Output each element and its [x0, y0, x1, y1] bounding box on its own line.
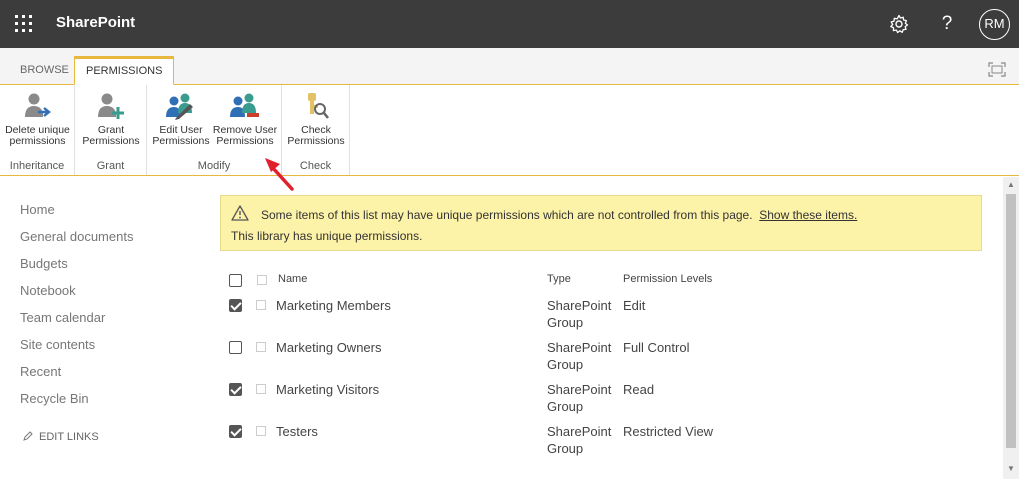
suite-bar: SharePoint ? RM [0, 0, 1019, 48]
app-title[interactable]: SharePoint [56, 14, 135, 31]
row-name[interactable]: Marketing Owners [276, 339, 381, 356]
warning-icon [231, 205, 249, 221]
gear-icon[interactable] [885, 10, 913, 38]
notice-line-2: This library has unique permissions. [231, 229, 423, 243]
row-permission-level: Edit [623, 298, 646, 313]
delete-unique-label-2: permissions [9, 135, 66, 147]
left-navigation: Home General documents Budgets Notebook … [20, 202, 133, 418]
row-type-line-2: Group [547, 357, 584, 372]
notice-message: Some items of this list may have unique … [261, 208, 753, 222]
group-label-inheritance: Inheritance [9, 160, 65, 172]
tab-permissions[interactable]: PERMISSIONS [74, 56, 175, 85]
scroll-down-arrow-icon[interactable]: ▼ [1007, 464, 1015, 473]
row-type-line-2: Group [547, 399, 584, 414]
edit-links-button[interactable]: EDIT LINKS [23, 431, 99, 443]
column-header-type[interactable]: Type [547, 273, 571, 285]
row-item-checkbox[interactable] [256, 342, 266, 352]
row-name[interactable]: Marketing Members [276, 297, 391, 314]
row-type-line-1: SharePoint [547, 298, 612, 313]
row-checkbox[interactable] [229, 299, 242, 312]
row-type-line-2: Group [547, 315, 584, 330]
check-label-2: Permissions [287, 135, 345, 147]
ribbon-tab-row: BROWSE PERMISSIONS [0, 48, 1019, 85]
check-permissions-button[interactable]: Check Permissions [286, 91, 346, 147]
remove-user-icon [230, 93, 259, 117]
remove-user-label-2: Permissions [216, 135, 274, 147]
column-header-name[interactable]: Name [278, 273, 307, 285]
column-header-permission-levels[interactable]: Permission Levels [623, 273, 712, 285]
check-permissions-icon [308, 93, 330, 119]
nav-item-recent[interactable]: Recent [20, 364, 133, 391]
nav-item-home[interactable]: Home [20, 202, 133, 229]
show-these-items-link[interactable]: Show these items. [759, 208, 857, 222]
grant-permissions-button[interactable]: Grant Permissions [79, 91, 143, 147]
app-launcher-icon[interactable] [14, 14, 34, 34]
row-permission-level: Read [623, 382, 655, 397]
row-checkbox[interactable] [229, 341, 242, 354]
row-permission-level: Restricted View [623, 424, 714, 439]
row-item-checkbox[interactable] [256, 300, 266, 310]
scroll-up-arrow-icon[interactable]: ▲ [1007, 180, 1015, 189]
nav-item-notebook[interactable]: Notebook [20, 283, 133, 310]
nav-item-recycle-bin[interactable]: Recycle Bin [20, 391, 133, 418]
delete-permissions-icon [24, 93, 51, 117]
annotation-arrow [265, 158, 294, 191]
question-icon[interactable]: ? [933, 10, 961, 38]
row-checkbox[interactable] [229, 383, 242, 396]
row-permission-level: Full Control [623, 340, 690, 355]
row-name[interactable]: Testers [276, 423, 318, 440]
row-type-line-2: Group [547, 441, 584, 456]
grant-label-2: Permissions [82, 135, 140, 147]
row-type-line-1: SharePoint [547, 382, 612, 397]
vertical-scrollbar[interactable]: ▲ ▼ [1003, 177, 1019, 479]
pencil-icon [23, 431, 33, 441]
nav-item-site-contents[interactable]: Site contents [20, 337, 133, 364]
nav-item-budgets[interactable]: Budgets [20, 256, 133, 283]
select-all-checkbox[interactable] [229, 274, 242, 287]
tab-browse[interactable]: BROWSE [9, 56, 80, 85]
nav-item-team-calendar[interactable]: Team calendar [20, 310, 133, 337]
group-label-modify: Modify [197, 160, 231, 172]
edit-user-icon [166, 93, 193, 120]
row-checkbox[interactable] [229, 425, 242, 438]
ribbon-group-grant: Grant Permissions Grant [75, 85, 147, 175]
edit-user-permissions-button[interactable]: Edit User Permissions [151, 91, 211, 147]
header-item-checkbox[interactable] [257, 275, 267, 285]
unique-permissions-notice: Some items of this list may have unique … [220, 195, 982, 251]
scrollbar-thumb[interactable] [1006, 194, 1016, 448]
row-item-checkbox[interactable] [256, 426, 266, 436]
ribbon-group-inheritance: Delete unique permissions Inheritance [0, 85, 75, 175]
row-type-line-1: SharePoint [547, 340, 612, 355]
nav-item-general-documents[interactable]: General documents [20, 229, 133, 256]
delete-unique-permissions-button[interactable]: Delete unique permissions [3, 91, 72, 147]
row-type-line-1: SharePoint [547, 424, 612, 439]
focus-mode-icon[interactable] [988, 62, 1006, 77]
edit-links-label: EDIT LINKS [39, 431, 99, 443]
edit-user-label-2: Permissions [152, 135, 210, 147]
row-item-checkbox[interactable] [256, 384, 266, 394]
notice-line-1: Some items of this list may have unique … [261, 208, 857, 222]
grant-permissions-icon [98, 93, 124, 119]
avatar[interactable]: RM [979, 9, 1010, 40]
remove-user-permissions-button[interactable]: Remove User Permissions [212, 91, 278, 147]
group-label-grant: Grant [96, 160, 125, 172]
row-name[interactable]: Marketing Visitors [276, 381, 379, 398]
ribbon: Delete unique permissions Inheritance Gra… [0, 85, 1019, 176]
